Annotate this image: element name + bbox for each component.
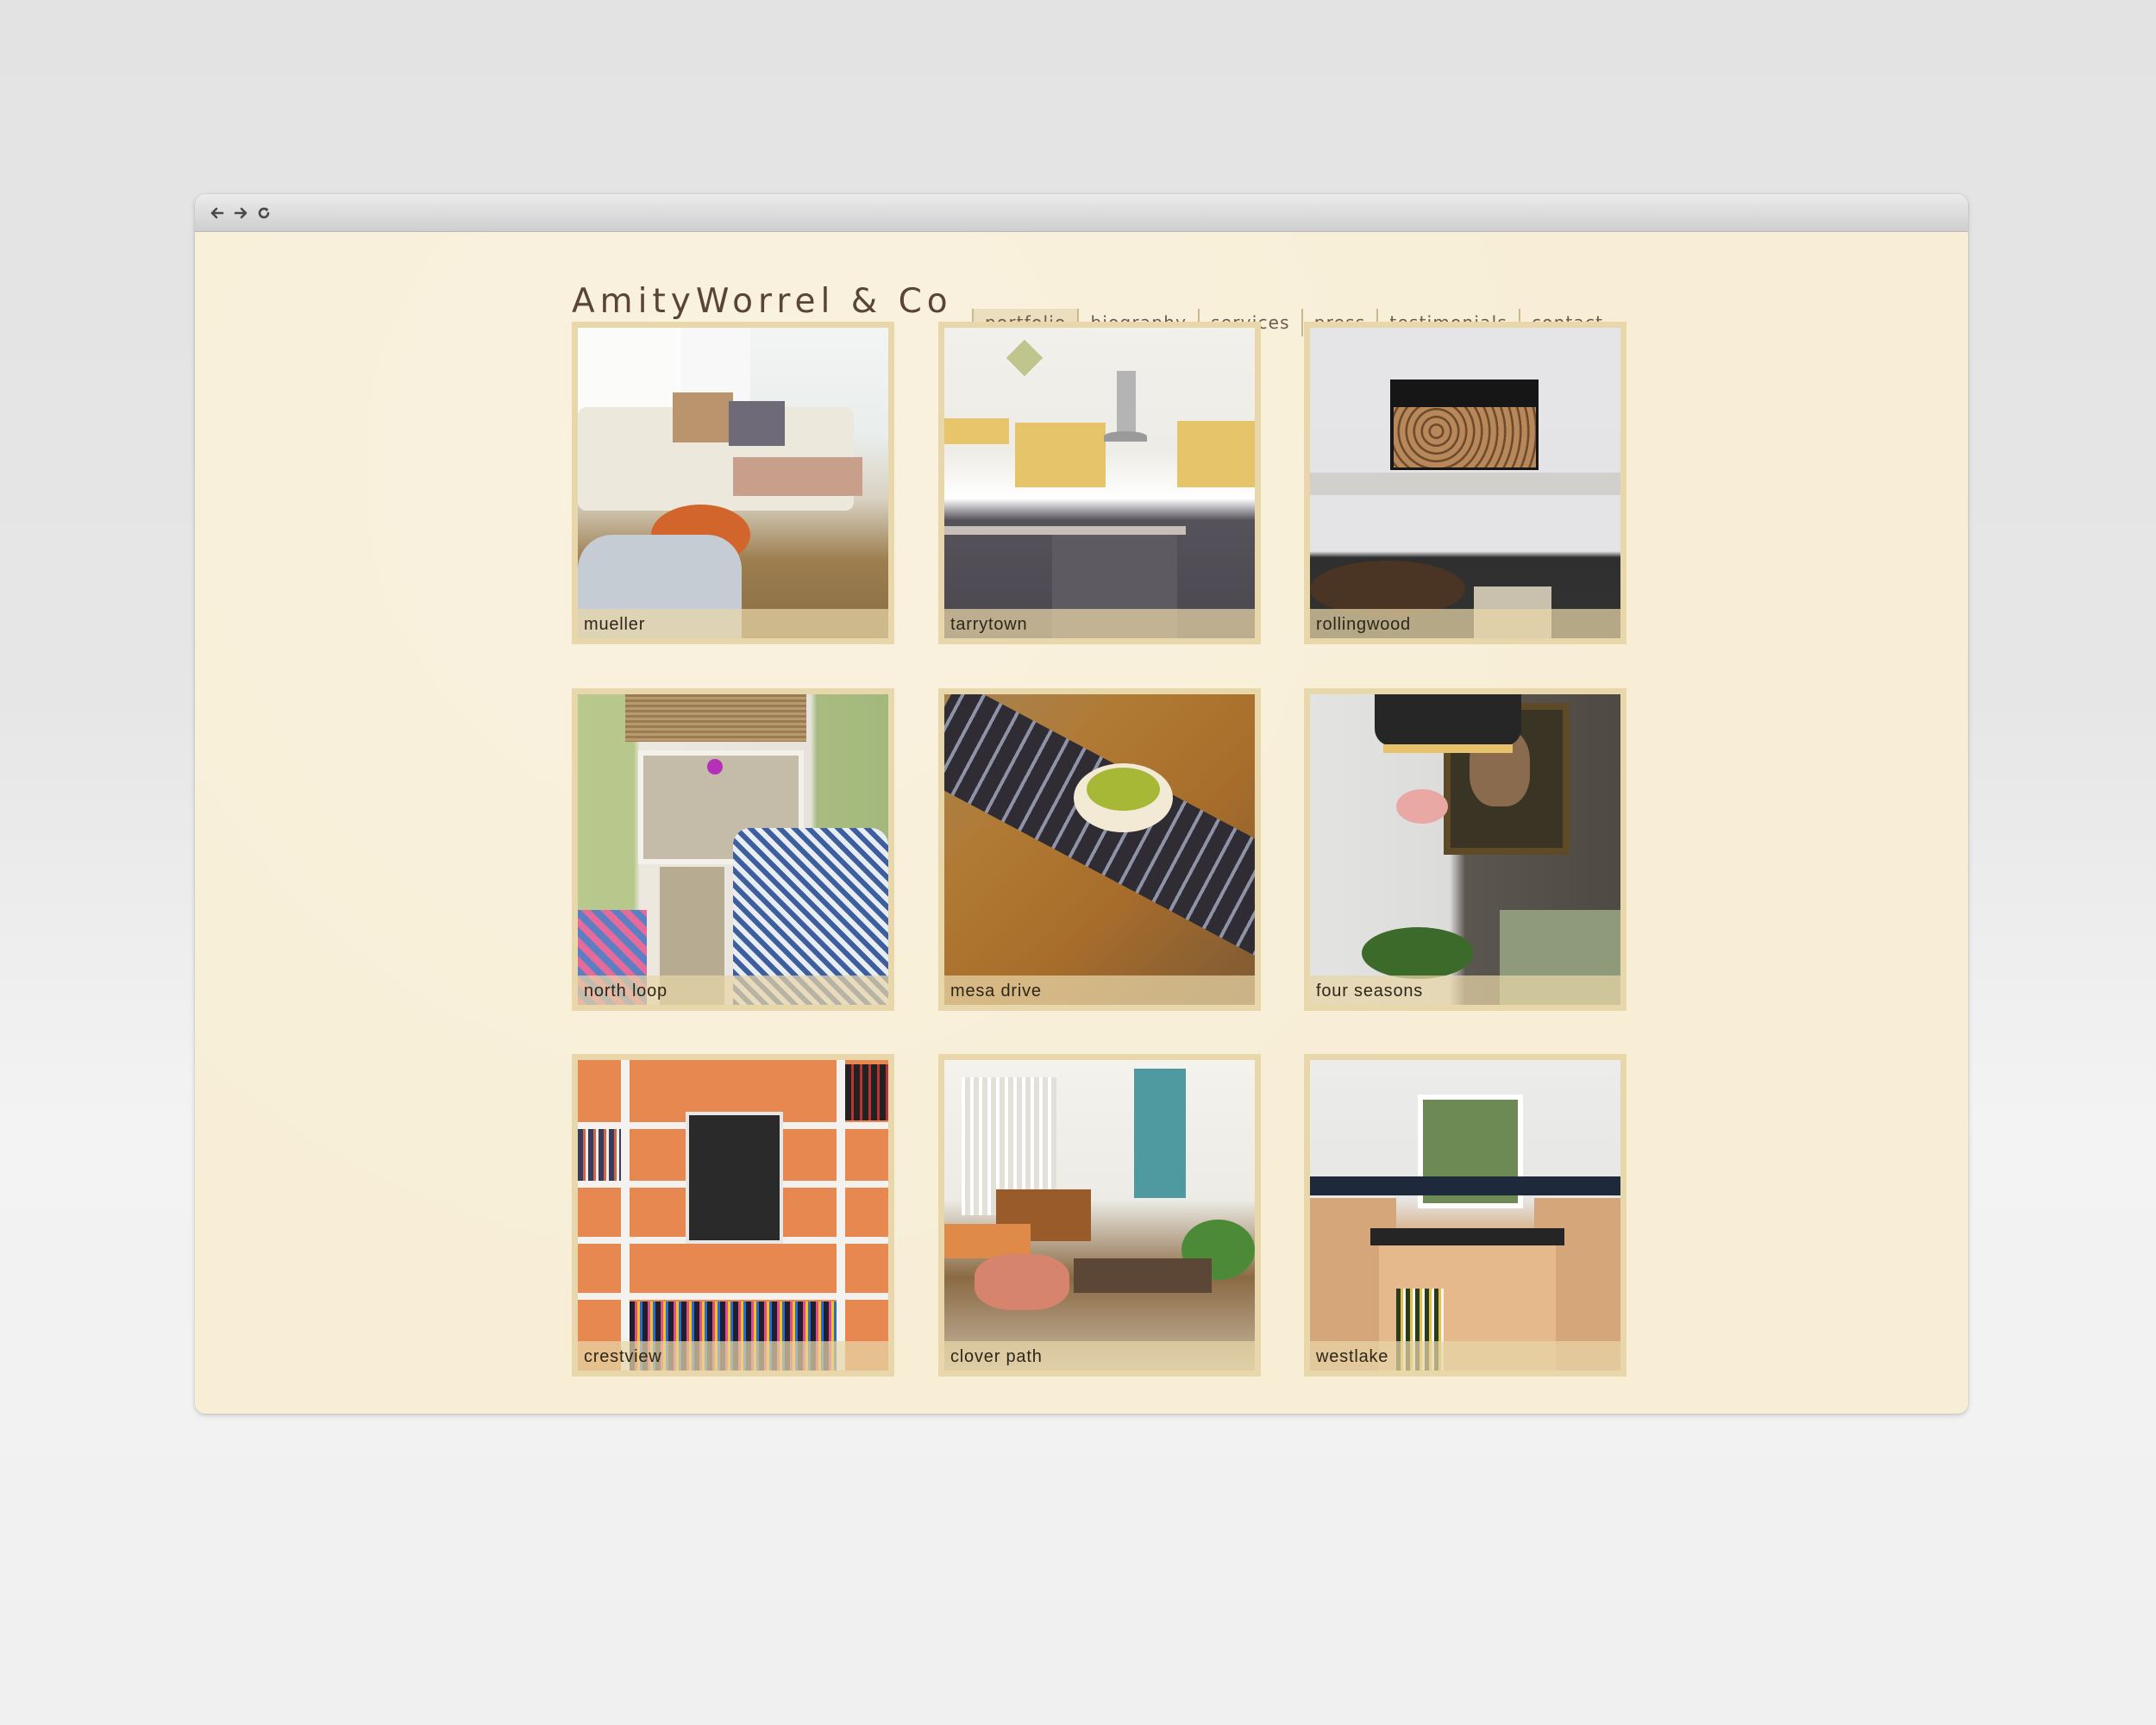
arrow-right-icon	[234, 207, 248, 219]
arrow-left-icon	[210, 207, 224, 219]
label-bar: mueller	[578, 609, 888, 638]
project-photo: crestview	[578, 1060, 888, 1371]
label-bar: mesa drive	[944, 975, 1255, 1005]
label-bar: tarrytown	[944, 609, 1255, 638]
project-photo: tarrytown	[944, 328, 1255, 638]
label-bar: four seasons	[1310, 975, 1620, 1005]
project-photo: mueller	[578, 328, 888, 638]
label-bar: crestview	[578, 1341, 888, 1371]
portfolio-tile-rollingwood[interactable]: rollingwood	[1304, 322, 1626, 644]
reload-icon	[258, 207, 270, 219]
label-bar: north loop	[578, 975, 888, 1005]
reload-button[interactable]	[254, 203, 274, 223]
label-bar: westlake	[1310, 1341, 1620, 1371]
tile-label: mueller	[584, 615, 646, 634]
tile-label: rollingwood	[1316, 615, 1411, 634]
back-button[interactable]	[207, 203, 228, 223]
tile-label: four seasons	[1316, 982, 1424, 1000]
tile-label: clover path	[950, 1347, 1043, 1366]
browser-toolbar	[195, 194, 1968, 232]
browser-window: AmityWorrel & Co portfolio biography ser…	[195, 194, 1968, 1414]
label-bar: rollingwood	[1310, 609, 1620, 638]
site-logo[interactable]: AmityWorrel & Co	[572, 282, 953, 321]
project-photo: clover path	[944, 1060, 1255, 1371]
project-photo: westlake	[1310, 1060, 1620, 1371]
project-photo: mesa drive	[944, 694, 1255, 1005]
tile-label: mesa drive	[950, 982, 1042, 1000]
project-photo: four seasons	[1310, 694, 1620, 1005]
web-page: AmityWorrel & Co portfolio biography ser…	[195, 232, 1968, 1414]
tile-label: north loop	[584, 982, 667, 1000]
portfolio-tile-mueller[interactable]: mueller	[572, 322, 894, 644]
portfolio-tile-four-seasons[interactable]: four seasons	[1304, 688, 1626, 1011]
label-bar: clover path	[944, 1341, 1255, 1371]
forward-button[interactable]	[230, 203, 251, 223]
tile-label: tarrytown	[950, 615, 1028, 634]
portfolio-tile-mesa-drive[interactable]: mesa drive	[938, 688, 1261, 1011]
tile-label: westlake	[1316, 1347, 1389, 1366]
project-photo: rollingwood	[1310, 328, 1620, 638]
portfolio-tile-clover-path[interactable]: clover path	[938, 1054, 1261, 1377]
project-photo: north loop	[578, 694, 888, 1005]
tile-label: crestview	[584, 1347, 662, 1366]
portfolio-tile-westlake[interactable]: westlake	[1304, 1054, 1626, 1377]
portfolio-tile-crestview[interactable]: crestview	[572, 1054, 894, 1377]
portfolio-tile-tarrytown[interactable]: tarrytown	[938, 322, 1261, 644]
portfolio-tile-north-loop[interactable]: north loop	[572, 688, 894, 1011]
